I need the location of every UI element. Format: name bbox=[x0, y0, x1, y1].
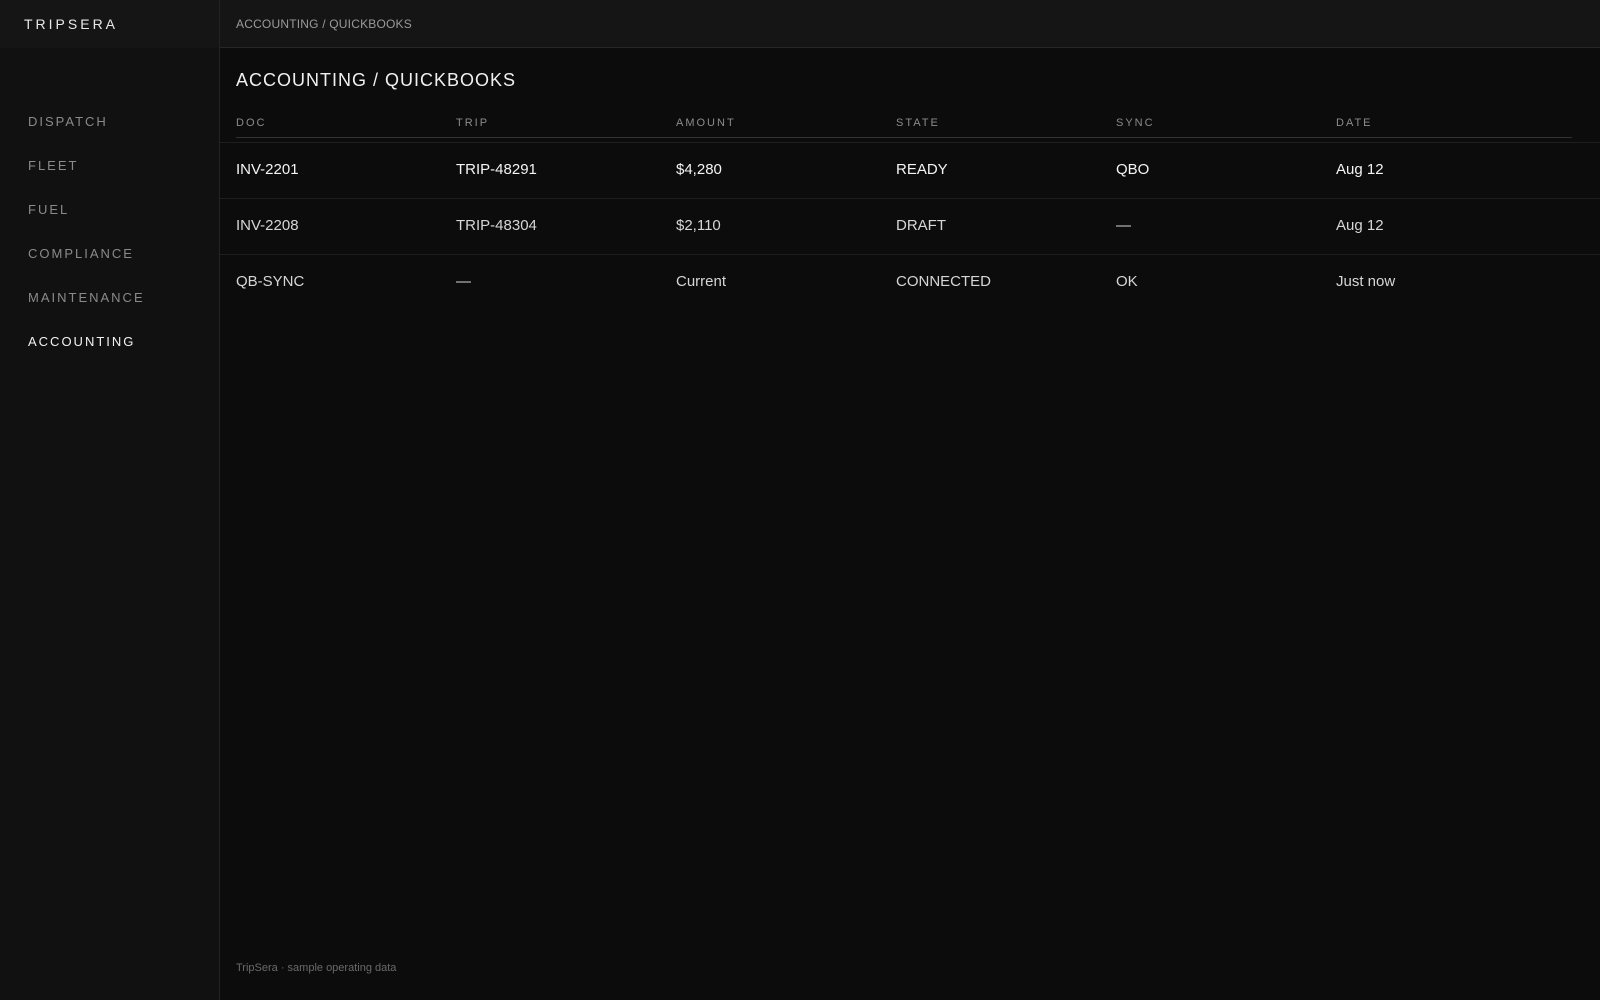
cell-sync: — bbox=[1116, 217, 1131, 234]
cell-date: Just now bbox=[1336, 273, 1396, 290]
app-root: TRIPSERA DISPATCH FLEET FUEL COMPLIANCE … bbox=[0, 0, 1600, 1000]
sidebar-item-compliance[interactable]: COMPLIANCE bbox=[0, 232, 219, 276]
sidebar-item-dispatch[interactable]: DISPATCH bbox=[0, 100, 219, 144]
sidebar-nav: DISPATCH FLEET FUEL COMPLIANCE MAINTENAN… bbox=[0, 100, 219, 364]
column-header-date[interactable]: DATE bbox=[1336, 117, 1373, 129]
main-content: ACCOUNTING / QUICKBOOKS DOC TRIP AMOUNT … bbox=[220, 48, 1600, 1000]
page-title: ACCOUNTING / QUICKBOOKS bbox=[236, 70, 517, 90]
top-bar: ACCOUNTING / QUICKBOOKS bbox=[220, 0, 1600, 48]
column-header-state[interactable]: STATE bbox=[896, 117, 940, 129]
breadcrumb: ACCOUNTING / QUICKBOOKS bbox=[236, 16, 412, 31]
table-header: DOC TRIP AMOUNT STATE SYNC DATE bbox=[236, 114, 1572, 138]
cell-amount: $2,110 bbox=[676, 217, 721, 234]
cell-trip: TRIP-48291 bbox=[456, 161, 537, 178]
cell-doc: QB-SYNC bbox=[236, 273, 305, 290]
table-row[interactable]: INV-2208 TRIP-48304 $2,110 DRAFT — Aug 1… bbox=[220, 199, 1600, 255]
table-row[interactable]: INV-2201 TRIP-48291 $4,280 READY QBO Aug… bbox=[220, 143, 1600, 199]
cell-state: CONNECTED bbox=[896, 273, 992, 290]
column-header-trip[interactable]: TRIP bbox=[456, 117, 489, 129]
sidebar: TRIPSERA DISPATCH FLEET FUEL COMPLIANCE … bbox=[0, 0, 220, 1000]
cell-amount: $4,280 bbox=[676, 161, 722, 178]
sidebar-item-fleet[interactable]: FLEET bbox=[0, 144, 219, 188]
cell-sync: QBO bbox=[1116, 161, 1150, 178]
cell-doc: INV-2208 bbox=[236, 217, 299, 234]
sidebar-item-maintenance[interactable]: MAINTENANCE bbox=[0, 276, 219, 320]
sidebar-item-fuel[interactable]: FUEL bbox=[0, 188, 219, 232]
column-header-sync[interactable]: SYNC bbox=[1116, 117, 1155, 129]
column-header-amount[interactable]: AMOUNT bbox=[676, 117, 736, 129]
footer-note: TripSera · sample operating data bbox=[236, 962, 397, 974]
table-body: INV-2201 TRIP-48291 $4,280 READY QBO Aug… bbox=[220, 142, 1600, 311]
brand-logo: TRIPSERA bbox=[0, 0, 219, 48]
cell-sync: OK bbox=[1116, 273, 1138, 290]
cell-trip: TRIP-48304 bbox=[456, 217, 537, 234]
cell-doc: INV-2201 bbox=[236, 161, 299, 178]
cell-state: READY bbox=[896, 161, 948, 178]
accounting-table: DOC TRIP AMOUNT STATE SYNC DATE INV-2201… bbox=[220, 114, 1600, 311]
cell-date: Aug 12 bbox=[1336, 217, 1384, 234]
cell-date: Aug 12 bbox=[1336, 161, 1384, 178]
cell-amount: Current bbox=[676, 273, 727, 290]
table-row[interactable]: QB-SYNC — Current CONNECTED OK Just now bbox=[220, 255, 1600, 311]
sidebar-item-accounting[interactable]: ACCOUNTING bbox=[0, 320, 219, 364]
cell-trip: — bbox=[456, 273, 471, 290]
column-header-doc[interactable]: DOC bbox=[236, 117, 266, 129]
cell-state: DRAFT bbox=[896, 217, 946, 234]
